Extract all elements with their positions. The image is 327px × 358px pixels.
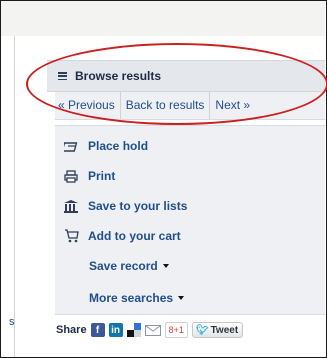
print-action[interactable]: Print [63, 166, 115, 186]
caret-down-icon [178, 296, 185, 300]
next-link[interactable]: Next » [210, 92, 255, 119]
facebook-icon[interactable]: f [90, 323, 105, 337]
previous-link[interactable]: « Previous [55, 92, 121, 119]
browse-results-header[interactable]: Browse results [47, 60, 325, 92]
google-plus-button[interactable]: 8+1 [164, 322, 188, 338]
linkedin-icon[interactable]: in [108, 323, 123, 337]
browse-navigation: « Previous Back to results Next » [55, 92, 325, 120]
tweet-label: Tweet [210, 324, 239, 336]
place-hold-icon [63, 139, 79, 153]
delicious-icon[interactable] [126, 323, 141, 337]
record-actions-panel: Place hold Print Save to your lists Add … [55, 125, 325, 315]
back-to-results-link[interactable]: Back to results [121, 92, 211, 119]
save-to-lists-label: Save to your lists [88, 199, 188, 213]
add-to-cart-action[interactable]: Add to your cart [63, 226, 181, 246]
browse-results-title: Browse results [75, 69, 162, 83]
sidebar-link-fragment[interactable]: s [9, 316, 15, 328]
caret-down-icon [162, 264, 169, 268]
cart-icon [63, 229, 79, 243]
sidebar-divider [14, 36, 15, 357]
share-bar: Share f in 8+1 🐦︎ Tweet [56, 321, 244, 339]
place-hold-label: Place hold [88, 139, 149, 153]
printer-icon [63, 169, 79, 183]
save-to-lists-action[interactable]: Save to your lists [63, 196, 187, 216]
tweet-button[interactable]: 🐦︎ Tweet [191, 322, 244, 338]
email-icon[interactable] [144, 324, 161, 336]
more-searches-dropdown[interactable]: More searches [89, 288, 185, 308]
print-label: Print [88, 169, 116, 183]
twitter-bird-icon: 🐦︎ [195, 324, 209, 336]
library-icon [63, 199, 79, 213]
share-label: Share [56, 324, 87, 336]
save-record-dropdown[interactable]: Save record [89, 256, 169, 276]
add-to-cart-label: Add to your cart [88, 229, 181, 243]
menu-icon [58, 72, 67, 80]
more-searches-label: More searches [89, 291, 174, 305]
place-hold-action[interactable]: Place hold [63, 136, 148, 156]
top-bar [1, 1, 325, 36]
save-record-label: Save record [89, 259, 158, 273]
